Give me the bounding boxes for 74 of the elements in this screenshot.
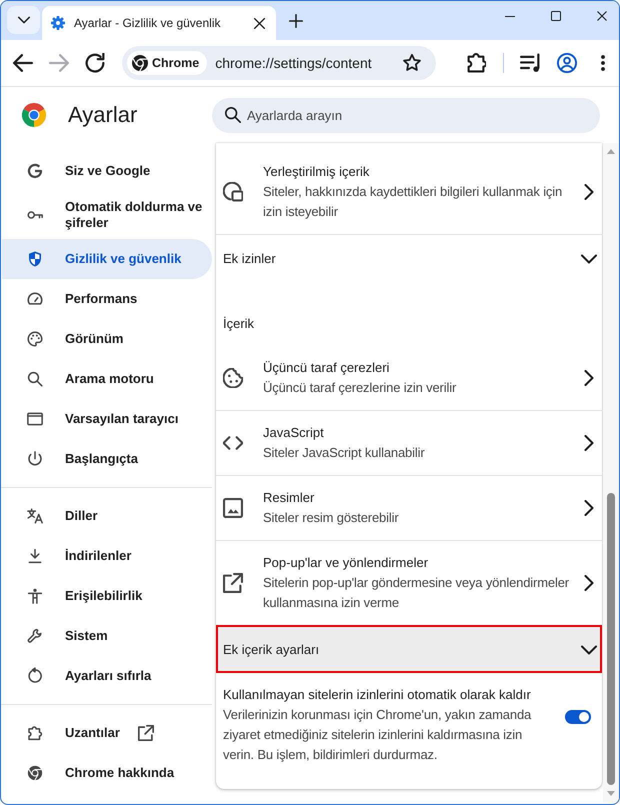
- search-icon: [26, 370, 44, 388]
- star-icon[interactable]: [403, 54, 421, 72]
- reset-icon: [26, 667, 44, 685]
- page-title: Ayarlar: [68, 102, 138, 128]
- site-chip[interactable]: Chrome: [127, 51, 208, 75]
- shield-icon: [26, 250, 44, 268]
- maximize-icon: [551, 11, 561, 21]
- sidebar-item[interactable]: Gizlilik ve güvenlik: [2, 239, 212, 279]
- browser-tab[interactable]: Ayarlar - Gizlilik ve güvenlik: [42, 6, 276, 40]
- external-link-icon[interactable]: [138, 725, 154, 741]
- sidebar-item[interactable]: Otomatik doldurma ve şifreler: [2, 191, 212, 239]
- plus-icon[interactable]: [289, 14, 303, 28]
- section-heading: İçerik: [222, 315, 256, 333]
- toggle-switch[interactable]: [565, 710, 591, 724]
- chrome-icon: [132, 55, 148, 71]
- puzzle-icon[interactable]: [466, 53, 486, 73]
- setting-title: Kullanılmayan sitelerin izinlerini otomatik olarak kaldır: [223, 686, 532, 704]
- puzzle-icon: [26, 724, 44, 742]
- account-icon[interactable]: [557, 53, 577, 73]
- sidebar-item[interactable]: Ayarları sıfırla: [2, 656, 212, 696]
- setting-description: Sitelerin pop-up'lar göndermesine veya yönlendirmeler kullanmasına izin verme: [263, 574, 570, 612]
- sidebar-item[interactable]: Varsayılan tarayıcı: [2, 399, 212, 439]
- sidebar-item[interactable]: Performans: [2, 279, 212, 319]
- setting-title: JavaScript: [263, 424, 325, 442]
- search-field[interactable]: Ayarlarda arayın: [212, 98, 600, 132]
- sidebar-item[interactable]: Diller: [2, 496, 212, 536]
- scrollbar-thumb[interactable]: [607, 493, 615, 785]
- sidebar-item[interactable]: Başlangıçta: [2, 439, 212, 479]
- close-icon[interactable]: [254, 18, 265, 28]
- url-text: chrome://settings/content: [215, 55, 372, 71]
- embed-icon: [223, 182, 243, 202]
- code-icon: [223, 433, 243, 453]
- address-field[interactable]: Chrome chrome://settings/content: [122, 46, 436, 80]
- menu-icon[interactable]: [601, 55, 605, 71]
- sidebar-item[interactable]: Arama motoru: [2, 359, 212, 399]
- setting-title: Yerleştirilmiş içerik: [263, 163, 370, 181]
- setting-description: Siteler, hakkınızda kaydettikleri bilgileri kullanmak için izin isteyebilir: [263, 183, 564, 221]
- person-icon: [26, 587, 44, 605]
- setting-description: Siteler JavaScript kullanabilir: [263, 444, 426, 462]
- sidebar-item[interactable]: İndirilenler: [2, 536, 212, 576]
- expand-row[interactable]: Ek izinler: [216, 234, 602, 282]
- arrow-left-icon[interactable]: [13, 53, 33, 73]
- window-icon: [26, 410, 44, 428]
- reload-icon[interactable]: [85, 53, 105, 73]
- setting-description: Siteler resim gösterebilir: [263, 509, 400, 527]
- sidebar-item[interactable]: Görünüm: [2, 319, 212, 359]
- sidebar-item[interactable]: Uzantılar: [2, 713, 212, 753]
- sidebar-item[interactable]: Chrome hakkında: [2, 753, 212, 793]
- cookie-icon: [223, 368, 243, 388]
- external-link-icon: [223, 573, 243, 593]
- gear-icon: [50, 15, 66, 31]
- wrench-icon: [26, 627, 44, 645]
- setting-title: Pop-up'lar ve yönlendirmeler: [263, 554, 430, 572]
- setting-description: Verilerinizin korunması için Chrome'un, yakın zamanda ziyaret etmediğiniz sitelerin izinlerini kaldırmasına izin verin. Bu işlem, bildirimleri durdurmaz.: [223, 706, 532, 764]
- tab-search-button[interactable]: [7, 6, 40, 34]
- expand-row[interactable]: Ek içerik ayarları: [216, 625, 602, 673]
- power-icon: [26, 450, 44, 468]
- palette-icon: [26, 330, 44, 348]
- sidebar-item[interactable]: Siz ve Google: [2, 151, 212, 191]
- translate-icon: [26, 507, 44, 525]
- sidebar-item[interactable]: Sistem: [2, 616, 212, 656]
- close-icon: [597, 11, 607, 21]
- chrome-logo-icon: [22, 103, 46, 127]
- g-logo-icon: [26, 162, 44, 180]
- download-icon: [26, 547, 44, 565]
- setting-title: Resimler: [263, 489, 316, 507]
- image-icon: [223, 498, 243, 518]
- search-icon: [225, 107, 241, 123]
- chevron-down-icon: [18, 14, 30, 26]
- chrome-icon: [26, 764, 44, 782]
- music-list-icon[interactable]: [520, 53, 540, 73]
- sidebar-item[interactable]: Erişilebilirlik: [2, 576, 212, 616]
- setting-description: Üçüncü taraf çerezlerine izin verilir: [263, 379, 458, 397]
- setting-title: Üçüncü taraf çerezleri: [263, 359, 390, 377]
